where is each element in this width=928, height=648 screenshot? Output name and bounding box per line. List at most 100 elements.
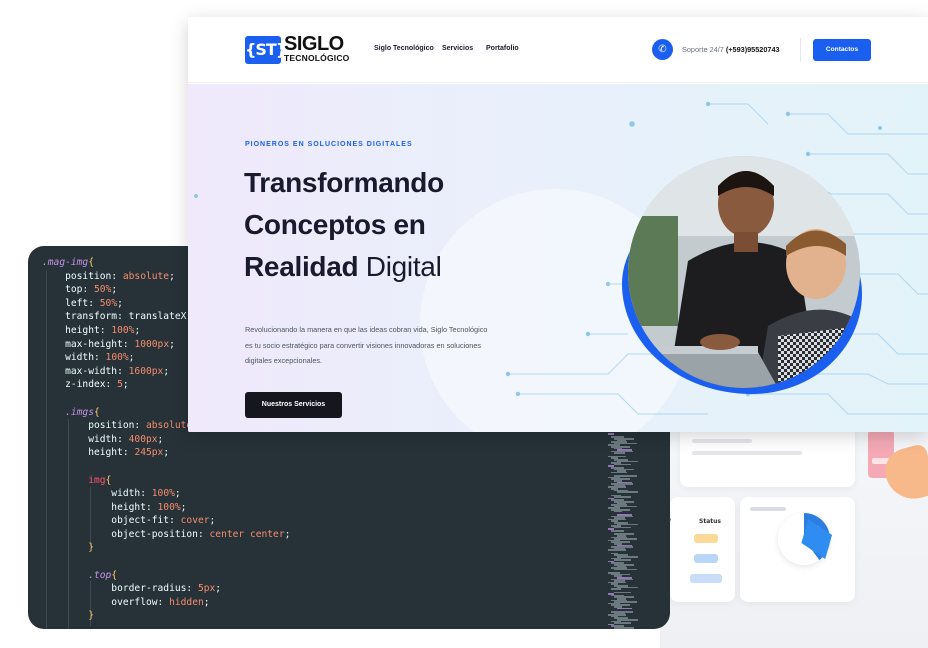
code-token: overflow [42,596,158,608]
code-token: 1600px [128,365,164,377]
code-token: ; [111,284,118,296]
code-token: center center [209,528,285,540]
code-line: .top{ [42,569,290,583]
nav-link-siglo-tecnologico[interactable]: Siglo Tecnológico [374,45,434,52]
code-token: ; [284,528,291,540]
status-pill [694,534,718,543]
code-token: absolute [122,270,170,282]
code-token: ; [157,433,164,445]
code-token: width [42,488,141,500]
code-token: : [88,297,100,309]
code-token: max-height [42,338,123,350]
composite-screenshot: y Status .mag-img{ position: absolute; t… [0,0,928,648]
minimap-line [611,530,624,532]
minimap-line [608,433,614,435]
minimap-line [614,526,631,529]
code-token: { [105,474,112,486]
nav-link-servicios[interactable]: Servicios [442,45,473,52]
code-token: ; [134,324,141,336]
placeholder-line [692,451,802,455]
code-token: 100% [151,488,175,500]
code-token: ; [163,365,170,377]
code-token: .mag-img [42,257,89,268]
code-token: : [157,596,170,608]
code-token: ; [174,488,181,500]
hero-section: PIONEROS EN SOLUCIONES DIGITALES Transfo… [188,84,928,432]
support-phone[interactable]: (+593)95520743 [726,45,780,54]
minimap-line [614,591,631,594]
support-label: Soporte 24/7 [682,45,724,54]
code-token: .top [42,569,112,581]
minimap-line [614,463,631,466]
code-token: ; [215,583,222,595]
nav-divider [800,38,801,62]
minimap-line [614,496,631,498]
code-token: height [42,447,123,459]
code-line: width: 400px; [42,433,290,447]
website-preview: {ST} SIGLO TECNOLÓGICO Siglo Tecnológico… [188,17,928,432]
code-token: : [122,447,135,459]
logo-subtitle[interactable]: TECNOLÓGICO [284,53,349,63]
code-token: left [42,297,89,309]
code-token: height [42,501,146,513]
code-line: height: 100%; [42,501,290,515]
hero-image [622,156,862,394]
code-token: { [111,569,118,581]
code-token: cover [180,515,210,527]
hero-eyebrow: PIONEROS EN SOLUCIONES DIGITALES [245,141,413,148]
code-token: absolute [145,420,193,432]
nav-link-portafolio[interactable]: Portafolio [486,45,519,52]
code-token: : [117,433,129,445]
code-token: : [99,324,112,336]
logo-mark[interactable]: {ST} [245,36,287,64]
code-line: border-radius: 5px; [42,582,290,596]
code-token: ; [128,352,135,364]
code-token: position [42,270,112,282]
minimap-line [611,588,621,590]
code-token: ; [117,297,123,309]
code-token: : [122,338,135,350]
code-token: : [82,284,94,296]
hero-headline-line-2: Conceptos en [244,209,426,240]
code-token: ; [163,447,170,459]
team-photo [628,156,860,388]
code-token: 400px [128,433,158,445]
code-token: hidden [169,596,204,608]
minimap-line [614,559,631,561]
code-token: 100% [111,324,135,336]
code-token: img [42,474,106,486]
code-token: max-width [42,365,118,377]
code-token: position [42,420,135,432]
dashboard-status-card [670,497,735,602]
services-button[interactable]: Nuestros Servicios [245,392,342,418]
minimap-line [608,549,626,551]
code-line: overflow: hidden; [42,596,290,610]
code-token: width [42,433,118,445]
code-token: { [88,257,94,268]
code-line: object-position: center center; [42,528,290,542]
code-token: ; [122,379,129,391]
code-token: 1000px [134,338,170,350]
placeholder-line [692,439,752,443]
minimap-line [617,491,638,493]
minimap-line [614,622,631,624]
contact-button[interactable]: Contactos [813,39,871,61]
code-token: object-position [42,528,198,540]
code-token: : [117,311,129,323]
dashboard-card [680,425,855,487]
code-minimap[interactable] [608,431,668,629]
code-token: } [42,610,94,622]
code-token: transform [42,311,118,323]
hero-headline-line-3: Realidad Digital [244,251,442,283]
code-token: : [93,352,106,364]
dashboard-status-label: Status [699,518,721,525]
headline-light-word: Digital [365,251,442,282]
phone-icon[interactable]: ✆ [652,39,673,60]
code-token: 245px [134,447,164,459]
code-line: } [42,541,290,555]
headline-bold-word: Realidad [244,251,359,282]
code-line: height: 245px; [42,446,290,460]
code-token: 100% [105,352,129,364]
team-photo-illustration [628,156,860,388]
